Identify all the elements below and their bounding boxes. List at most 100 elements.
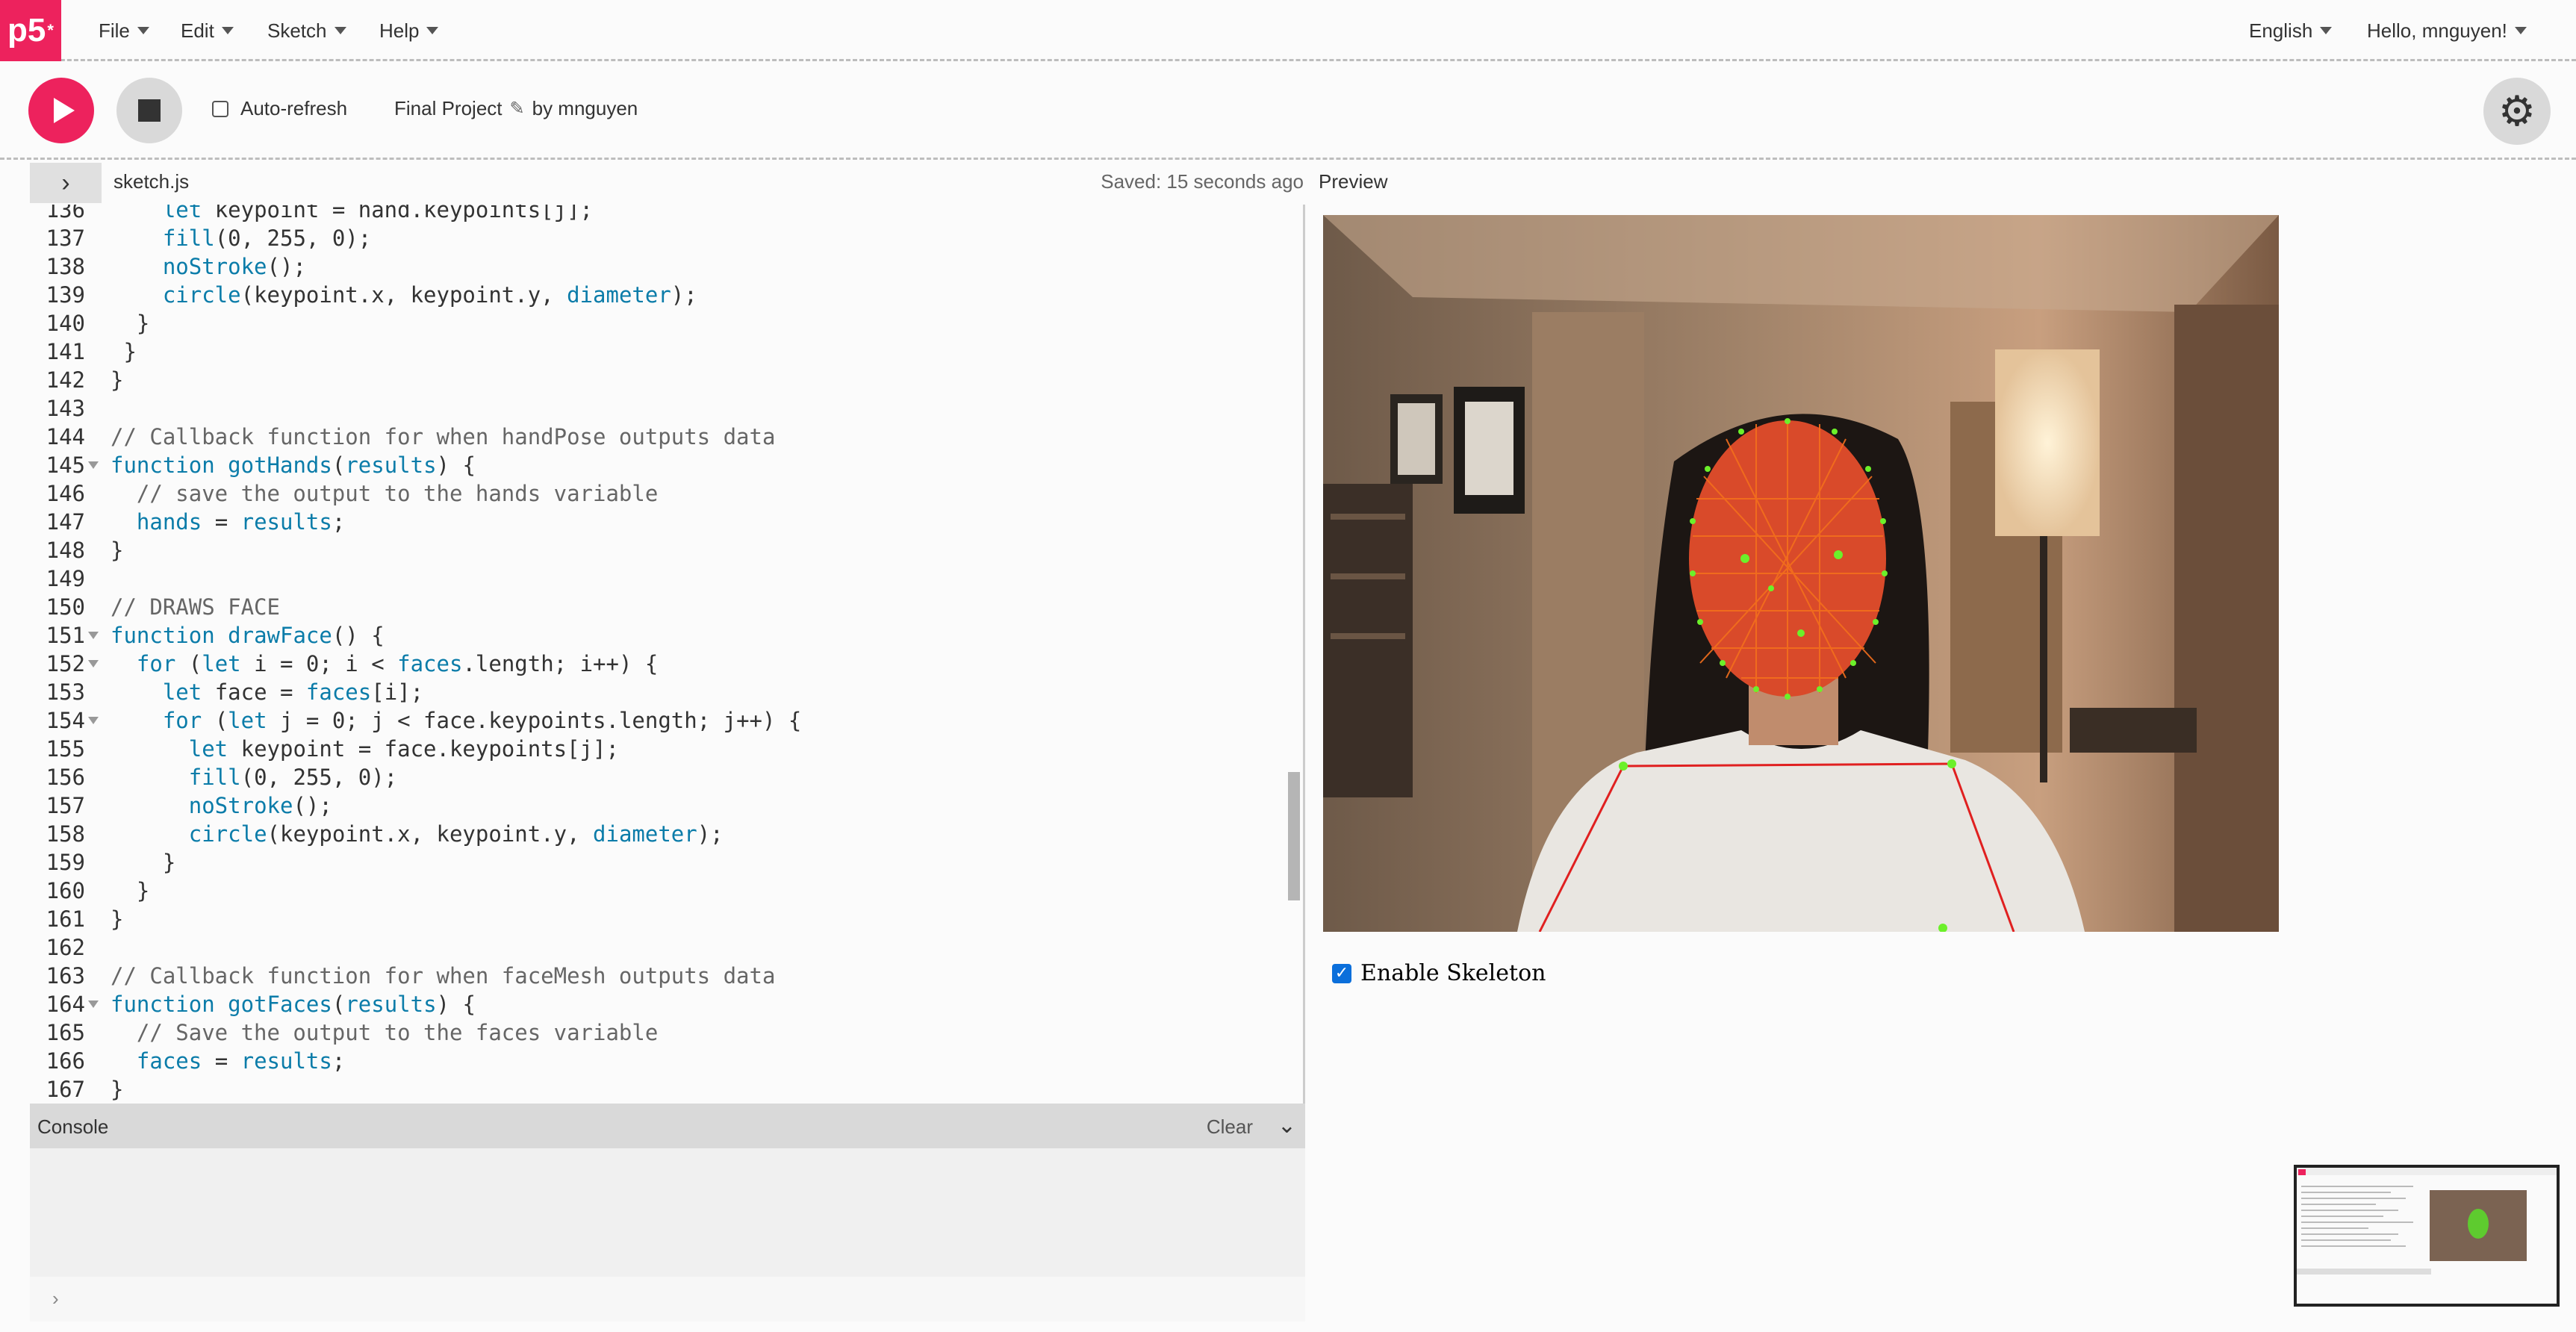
code-line: } xyxy=(111,367,124,393)
auto-refresh-checkbox[interactable] xyxy=(212,100,228,117)
chevron-down-icon xyxy=(137,27,149,34)
line-number: 161 xyxy=(46,906,85,932)
menu-file[interactable]: File xyxy=(99,0,149,61)
language-selector[interactable]: English xyxy=(2249,0,2333,61)
code-line: } xyxy=(111,906,124,932)
code-line: function gotHands(results) { xyxy=(111,452,476,478)
p5-logo[interactable]: p5 * xyxy=(0,0,61,61)
settings-button[interactable]: ⚙ xyxy=(2483,78,2551,145)
code-line: for (let j = 0; j < face.keypoints.lengt… xyxy=(162,708,802,733)
line-number: 137 xyxy=(46,225,85,251)
code-line: noStroke(); xyxy=(162,254,306,279)
menu-sketch[interactable]: Sketch xyxy=(267,0,346,61)
code-line: let face = faces[i]; xyxy=(162,679,424,705)
line-number: 167 xyxy=(46,1077,85,1102)
project-owner[interactable]: by mnguyen xyxy=(532,97,638,120)
line-number: 136 xyxy=(46,205,85,222)
code-line: fill(0, 255, 0); xyxy=(188,765,398,790)
menu-edit[interactable]: Edit xyxy=(181,0,234,61)
auto-refresh-label: Auto-refresh xyxy=(240,97,348,119)
console-clear-button[interactable]: Clear xyxy=(1207,1115,1253,1139)
line-number: 166 xyxy=(46,1048,85,1074)
line-number: 157 xyxy=(46,793,85,818)
toolbar: Auto-refresh Final Project ✎ by mnguyen … xyxy=(0,61,2576,160)
fold-arrow-icon[interactable] xyxy=(88,632,99,639)
line-number: 143 xyxy=(46,396,85,421)
gear-icon: ⚙ xyxy=(2498,87,2536,134)
line-number: 158 xyxy=(46,821,85,847)
code-line: circle(keypoint.x, keypoint.y, diameter)… xyxy=(162,282,697,308)
play-button[interactable] xyxy=(28,78,94,143)
code-line: noStroke(); xyxy=(188,793,332,818)
chevron-right-icon: › xyxy=(61,168,70,197)
enable-skeleton-checkbox[interactable]: ✓ xyxy=(1332,963,1351,983)
line-number: 155 xyxy=(46,736,85,762)
enable-skeleton-toggle[interactable]: ✓ Enable Skeleton xyxy=(1332,960,1546,986)
fold-arrow-icon[interactable] xyxy=(88,461,99,469)
code-line: let keypoint = face.keypoints[j]; xyxy=(188,736,619,762)
prompt-chevron-icon: › xyxy=(52,1287,59,1310)
code-editor[interactable]: 136 137 138 139 140 141 142 143 144 145 146 147 148 1… xyxy=(30,205,1305,1104)
code-line: // Callback function for when faceMesh o… xyxy=(111,963,776,989)
line-number: 163 xyxy=(46,963,85,989)
chevron-down-icon xyxy=(2514,27,2527,34)
line-number: 151 xyxy=(46,623,85,648)
menu-help[interactable]: Help xyxy=(379,0,439,61)
line-number: 160 xyxy=(46,878,85,903)
user-greeting: Hello, mnguyen! xyxy=(2367,19,2507,42)
line-gutter: 136 137 138 139 140 141 142 143 144 145 146 147 148 1… xyxy=(30,205,109,1104)
console-header: Console Clear ⌄ xyxy=(30,1104,1305,1148)
fold-arrow-icon[interactable] xyxy=(88,1000,99,1008)
play-icon xyxy=(54,98,75,123)
line-number: 138 xyxy=(46,254,85,279)
line-number: 144 xyxy=(46,424,85,449)
line-number: 165 xyxy=(46,1020,85,1045)
line-number: 148 xyxy=(46,538,85,563)
project-name[interactable]: Final Project xyxy=(394,97,503,120)
code-line: // Callback function for when handPose o… xyxy=(111,424,776,449)
code-area[interactable]: let keypoint = hand.keypoints[j]; fill(0… xyxy=(111,205,1303,1104)
stop-button[interactable] xyxy=(116,78,182,143)
code-line: } xyxy=(111,1077,124,1102)
console-input[interactable]: › xyxy=(30,1277,1305,1322)
chevron-down-icon xyxy=(334,27,346,34)
pencil-icon[interactable]: ✎ xyxy=(510,98,525,119)
user-menu[interactable]: Hello, mnguyen! xyxy=(2367,0,2527,61)
code-line: hands = results; xyxy=(136,509,346,535)
sketch-preview-canvas[interactable] xyxy=(1323,215,2279,932)
code-line: } xyxy=(111,538,124,563)
expand-sidebar-button[interactable]: › xyxy=(30,163,102,203)
line-number: 145 xyxy=(46,452,85,478)
chevron-down-icon xyxy=(426,27,439,34)
fold-arrow-icon[interactable] xyxy=(88,717,99,724)
code-line: function drawFace() { xyxy=(111,623,385,648)
menu-sketch-label: Sketch xyxy=(267,19,327,42)
code-line: faces = results; xyxy=(136,1048,346,1074)
stop-icon xyxy=(138,99,161,122)
auto-refresh-toggle[interactable]: Auto-refresh xyxy=(212,97,347,120)
fold-arrow-icon[interactable] xyxy=(88,660,99,667)
line-number: 147 xyxy=(46,509,85,535)
console-title: Console xyxy=(37,1115,109,1138)
collapse-console-icon[interactable]: ⌄ xyxy=(1278,1112,1296,1139)
line-number: 146 xyxy=(46,481,85,506)
code-line: fill(0, 255, 0); xyxy=(162,225,372,251)
menu-file-label: File xyxy=(99,19,130,42)
line-number: 162 xyxy=(46,935,85,960)
menu-edit-label: Edit xyxy=(181,19,214,42)
editor-scrollbar[interactable] xyxy=(1288,772,1300,900)
code-line: for (let i = 0; i < faces.length; i++) { xyxy=(136,651,659,676)
line-number: 164 xyxy=(46,992,85,1017)
logo-star: * xyxy=(47,21,54,40)
menu-help-label: Help xyxy=(379,19,420,42)
language-label: English xyxy=(2249,19,2313,42)
line-number: 139 xyxy=(46,282,85,308)
preview-heading: Preview xyxy=(1319,170,1388,193)
screen-thumbnail[interactable] xyxy=(2294,1165,2560,1307)
line-number: 142 xyxy=(46,367,85,393)
line-number: 149 xyxy=(46,566,85,591)
thumbnail-image xyxy=(2297,1168,2557,1304)
line-number: 141 xyxy=(46,339,85,364)
top-nav: p5 * File Edit Sketch Help English Hello,… xyxy=(0,0,2576,61)
chevron-down-icon xyxy=(221,27,234,34)
